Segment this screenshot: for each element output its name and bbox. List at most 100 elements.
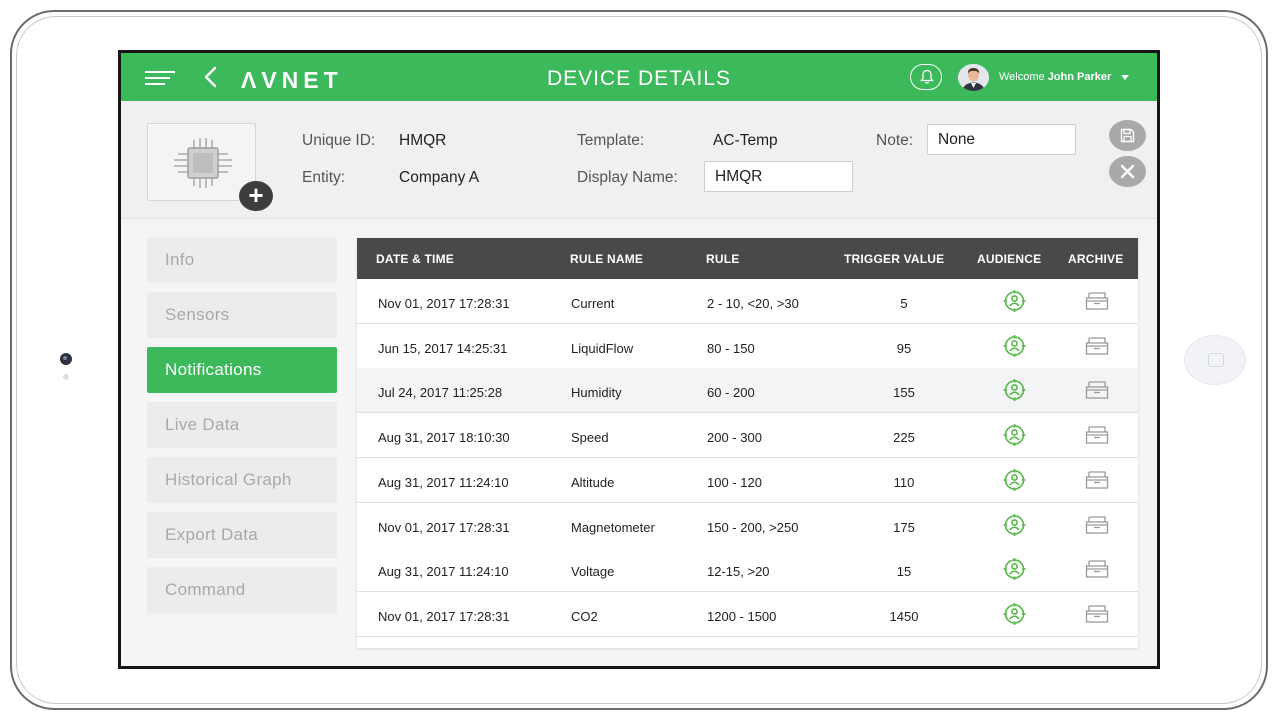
unique-id-label: Unique ID: <box>302 132 376 149</box>
cell-rule: 2 - 10, <20, >30 <box>707 296 799 311</box>
note-label: Note: <box>876 132 914 149</box>
col-date-time[interactable]: DATE & TIME <box>376 252 454 266</box>
col-trigger-value[interactable]: TRIGGER VALUE <box>844 252 944 266</box>
cell-date-time: Jul 24, 2017 11:25:28 <box>378 385 503 401</box>
entity-value: Company A <box>399 169 480 186</box>
plus-icon: + <box>248 180 264 210</box>
camera-icon <box>60 353 72 365</box>
table-row[interactable]: Aug 31, 2017 11:24:10 Altitude 100 - 120 11… <box>357 457 1138 503</box>
cell-rule-name: Voltage <box>571 564 615 580</box>
cell-date-time: Nov 01, 2017 17:28:31 <box>378 296 510 311</box>
cell-date-time: Aug 31, 2017 18:10:30 <box>378 430 510 446</box>
template-value: AC-Temp <box>713 132 778 149</box>
cell-rule: 12-15, >20 <box>707 564 770 580</box>
archive-icon[interactable] <box>1085 604 1109 624</box>
chip-icon <box>174 138 232 188</box>
col-audience[interactable]: AUDIENCE <box>977 252 1041 266</box>
cell-trigger-value: 15 <box>896 564 912 580</box>
cell-rule-name: Altitude <box>571 474 615 490</box>
table-row[interactable]: Jul 24, 2017 11:25:28 Humidity 60 - 200 155 <box>357 368 1138 414</box>
chevron-down-icon <box>1121 74 1130 80</box>
save-button[interactable] <box>1109 120 1146 151</box>
sidebar-item-command[interactable]: Command <box>147 567 337 613</box>
close-button[interactable] <box>1109 156 1146 187</box>
audience-icon[interactable] <box>1001 334 1028 358</box>
cell-trigger-value: 5 <box>900 296 908 311</box>
archive-icon[interactable] <box>1085 515 1109 535</box>
table-row[interactable]: Nov 01, 2017 17:28:31 CO2 1200 - 1500 1450 <box>357 591 1138 637</box>
template-label: Template: <box>577 132 645 149</box>
notifications-table: DATE & TIME RULE NAME RULE TRIGGER VALUE… <box>357 238 1138 648</box>
sidebar-item-info[interactable]: Info <box>147 237 337 283</box>
cell-rule: 150 - 200, >250 <box>707 519 799 535</box>
cell-date-time: Nov 01, 2017 17:28:31 <box>378 519 510 535</box>
cell-trigger-value: 110 <box>893 474 915 490</box>
sidebar-item-live-data[interactable]: Live Data <box>147 402 337 448</box>
app-screen: ΛVNET DEVICE DETAILS Welcome John Parker <box>118 50 1160 669</box>
archive-icon[interactable] <box>1085 470 1109 490</box>
cell-trigger-value: 175 <box>893 519 915 535</box>
sidebar-item-notifications[interactable]: Notifications <box>147 347 337 393</box>
display-name-label: Display Name: <box>577 169 678 186</box>
audience-icon[interactable] <box>1001 513 1028 537</box>
table-row[interactable]: Nov 01, 2017 17:28:31 Magnetometer 150 - 2… <box>357 502 1138 548</box>
cell-trigger-value: 155 <box>893 385 915 401</box>
display-name-field[interactable]: HMQR <box>704 161 853 192</box>
notifications-button[interactable] <box>910 64 942 90</box>
cell-rule-name: Current <box>571 296 615 311</box>
sidebar-item-historical-graph[interactable]: Historical Graph <box>147 457 337 503</box>
table-row[interactable]: Aug 31, 2017 18:10:30 Speed 200 - 300 225 <box>357 413 1138 459</box>
unique-id-value: HMQR <box>399 132 447 149</box>
note-field[interactable]: None <box>927 124 1076 155</box>
audience-icon[interactable] <box>1001 468 1028 492</box>
archive-icon[interactable] <box>1085 559 1109 579</box>
audience-icon[interactable] <box>1001 557 1028 581</box>
cell-rule-name: CO2 <box>571 608 598 624</box>
user-menu[interactable]: Welcome John Parker <box>999 71 1130 83</box>
col-rule[interactable]: RULE <box>706 252 739 266</box>
archive-icon[interactable] <box>1085 336 1109 356</box>
audience-icon[interactable] <box>1001 423 1028 447</box>
cell-rule: 100 - 120 <box>707 474 762 490</box>
sidebar-item-export-data[interactable]: Export Data <box>147 512 337 558</box>
cell-rule: 80 - 150 <box>707 340 755 356</box>
cell-rule-name: Magnetometer <box>571 519 655 535</box>
audience-icon[interactable] <box>1001 602 1028 626</box>
cell-date-time: Aug 31, 2017 11:24:10 <box>378 564 509 580</box>
save-icon <box>1120 128 1135 143</box>
audience-icon[interactable] <box>1001 378 1028 402</box>
home-icon <box>1208 353 1224 367</box>
archive-icon[interactable] <box>1085 291 1109 311</box>
device-info-bar: + Unique ID: HMQR Entity: Company A Temp… <box>121 101 1157 219</box>
add-image-button[interactable]: + <box>239 181 273 211</box>
cell-rule-name: LiquidFlow <box>571 340 634 356</box>
cell-rule: 60 - 200 <box>707 385 755 401</box>
cell-trigger-value: 1450 <box>889 608 919 624</box>
table-row[interactable]: Jun 15, 2017 14:25:31 LiquidFlow 80 - 150 9… <box>357 323 1138 369</box>
col-rule-name[interactable]: RULE NAME <box>570 252 643 266</box>
cell-rule-name: Speed <box>571 430 609 446</box>
cell-rule: 1200 - 1500 <box>707 608 777 624</box>
cell-rule: 200 - 300 <box>707 430 762 446</box>
col-archive[interactable]: ARCHIVE <box>1068 252 1123 266</box>
cell-trigger-value: 225 <box>893 430 915 446</box>
avatar[interactable] <box>958 64 989 91</box>
table-row[interactable]: Nov 01, 2017 17:28:31 Current 2 - 10, <20,… <box>357 279 1138 324</box>
cell-rule-name: Humidity <box>571 385 622 401</box>
table-header: DATE & TIME RULE NAME RULE TRIGGER VALUE… <box>357 238 1138 279</box>
audience-icon[interactable] <box>1001 289 1028 313</box>
cell-date-time: Jun 15, 2017 14:25:31 <box>378 340 508 356</box>
entity-label: Entity: <box>302 169 346 186</box>
archive-icon[interactable] <box>1085 425 1109 445</box>
home-button[interactable] <box>1184 335 1246 385</box>
top-header: ΛVNET DEVICE DETAILS Welcome John Parker <box>121 53 1157 101</box>
sidebar-item-sensors[interactable]: Sensors <box>147 292 337 338</box>
cell-date-time: Aug 31, 2017 11:24:10 <box>378 474 509 490</box>
table-row[interactable]: Aug 31, 2017 11:24:10 Voltage 12-15, >20 15 <box>357 547 1138 593</box>
bell-icon <box>920 69 934 84</box>
close-icon <box>1120 164 1135 179</box>
cell-trigger-value: 95 <box>896 340 912 356</box>
archive-icon[interactable] <box>1085 380 1109 400</box>
user-name: John Parker <box>1047 71 1112 83</box>
welcome-prefix: Welcome <box>999 71 1045 83</box>
